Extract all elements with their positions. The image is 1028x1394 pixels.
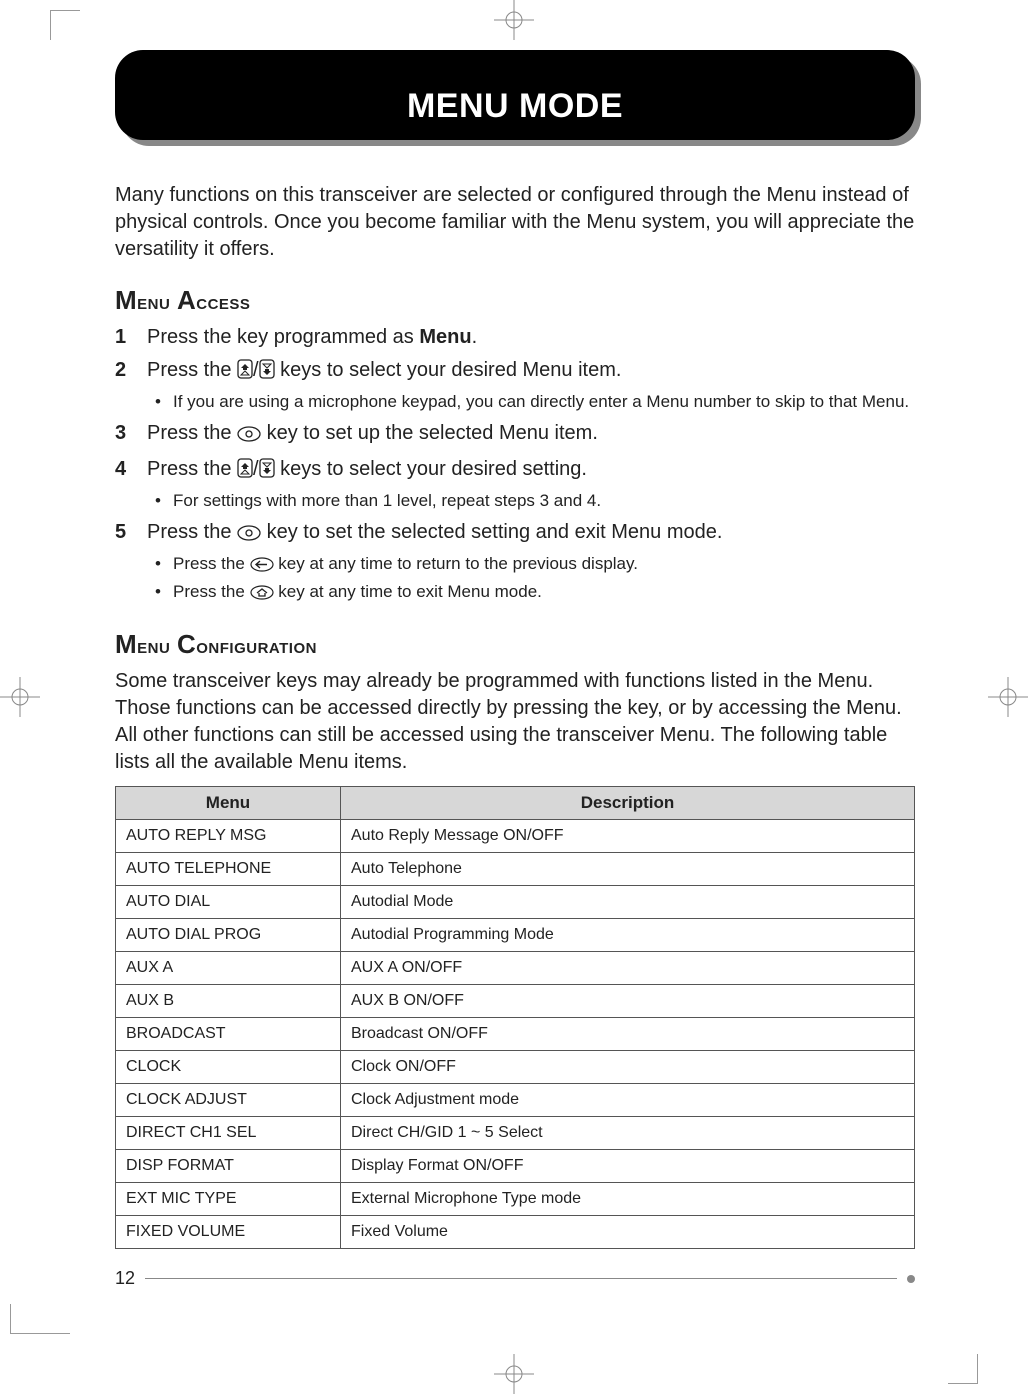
back-key-icon [250,556,274,579]
table-row: FIXED VOLUMEFixed Volume [116,1215,915,1248]
step-2-text-a: Press the [147,359,237,381]
page-content: MENU MODE Many functions on this transce… [115,50,915,1249]
page-number: 12 [115,1268,135,1289]
table-cell-description: Display Format ON/OFF [341,1149,915,1182]
ok-key-icon [237,423,261,450]
table-cell-description: AUX A ON/OFF [341,951,915,984]
table-row: EXT MIC TYPEExternal Microphone Type mod… [116,1182,915,1215]
registration-mark-left [0,677,40,717]
footer-rule [145,1278,897,1279]
table-cell-description: Direct CH/GID 1 ~ 5 Select [341,1116,915,1149]
table-cell-description: Clock Adjustment mode [341,1083,915,1116]
table-cell-description: Broadcast ON/OFF [341,1017,915,1050]
registration-mark-bottom [494,1354,534,1394]
step-5: 5 Press the key to set the selected sett… [115,519,915,607]
step-5-text-a: Press the [147,521,237,543]
step-4: 4 Press the / keys to select your desire… [115,456,915,513]
table-row: AUTO TELEPHONEAuto Telephone [116,852,915,885]
table-row: AUTO REPLY MSGAuto Reply Message ON/OFF [116,819,915,852]
table-cell-menu: BROADCAST [116,1017,341,1050]
table-cell-description: Fixed Volume [341,1215,915,1248]
table-row: DISP FORMATDisplay Format ON/OFF [116,1149,915,1182]
section-heading-menu-configuration: Menu Configuration [115,629,915,660]
registration-mark-right [988,677,1028,717]
table-cell-menu: EXT MIC TYPE [116,1182,341,1215]
page-title: MENU MODE [407,87,623,126]
table-row: CLOCK ADJUSTClock Adjustment mode [116,1083,915,1116]
step-5-text-b: key to set the selected setting and exit… [261,521,722,543]
menu-configuration-paragraph: Some transceiver keys may already be pro… [115,668,915,776]
table-row: CLOCKClock ON/OFF [116,1050,915,1083]
table-cell-description: AUX B ON/OFF [341,984,915,1017]
table-cell-description: Autodial Programming Mode [341,918,915,951]
step-3: 3 Press the key to set up the selected M… [115,420,915,450]
step-3-text-a: Press the [147,422,237,444]
menu-access-steps: 1 Press the key programmed as Menu. 2 Pr… [115,324,915,607]
table-cell-menu: AUX B [116,984,341,1017]
footer-dot-icon [907,1275,915,1283]
page-footer: 12 [115,1268,915,1289]
intro-paragraph: Many functions on this transceiver are s… [115,182,915,263]
down-key-icon [259,458,275,486]
table-row: DIRECT CH1 SELDirect CH/GID 1 ~ 5 Select [116,1116,915,1149]
table-cell-menu: AUTO DIAL [116,885,341,918]
step-4-sub: For settings with more than 1 level, rep… [147,490,915,513]
step-5-sub-2: Press the key at any time to exit Menu m… [147,581,915,607]
table-cell-description: Clock ON/OFF [341,1050,915,1083]
table-row: AUTO DIALAutodial Mode [116,885,915,918]
table-cell-description: External Microphone Type mode [341,1182,915,1215]
step-1-text-a: Press the key programmed as [147,326,419,348]
up-key-icon [237,458,253,486]
table-cell-menu: DIRECT CH1 SEL [116,1116,341,1149]
crop-mark-bottom-right [948,1354,978,1384]
home-key-icon [250,584,274,607]
table-row: AUX AAUX A ON/OFF [116,951,915,984]
registration-mark-top [494,0,534,40]
section-heading-menu-access: Menu Access [115,285,915,316]
table-cell-menu: CLOCK [116,1050,341,1083]
step-5-sub-1: Press the key at any time to return to t… [147,553,915,579]
ok-key-icon [237,522,261,549]
table-cell-menu: AUX A [116,951,341,984]
step-2-text-b: keys to select your desired Menu item. [275,359,622,381]
table-cell-description: Auto Telephone [341,852,915,885]
down-key-icon [259,359,275,387]
table-cell-menu: AUTO REPLY MSG [116,819,341,852]
step-1-text-b: . [472,326,478,348]
table-cell-menu: CLOCK ADJUST [116,1083,341,1116]
menu-configuration-table: Menu Description AUTO REPLY MSGAuto Repl… [115,786,915,1249]
table-row: AUX BAUX B ON/OFF [116,984,915,1017]
table-header-menu: Menu [116,786,341,819]
table-cell-menu: FIXED VOLUME [116,1215,341,1248]
crop-mark-top-left [50,10,80,40]
table-cell-description: Auto Reply Message ON/OFF [341,819,915,852]
step-4-text-a: Press the [147,458,237,480]
title-bar: MENU MODE [115,50,915,160]
crop-mark-bottom-left [10,1304,70,1334]
step-2-sub: If you are using a microphone keypad, yo… [147,391,915,414]
table-cell-description: Autodial Mode [341,885,915,918]
step-3-text-b: key to set up the selected Menu item. [261,422,598,444]
table-row: AUTO DIAL PROGAutodial Programming Mode [116,918,915,951]
table-row: BROADCASTBroadcast ON/OFF [116,1017,915,1050]
menu-word: Menu [419,326,471,348]
table-cell-menu: AUTO TELEPHONE [116,852,341,885]
step-2: 2 Press the / keys to select your desire… [115,357,915,414]
step-1: 1 Press the key programmed as Menu. [115,324,915,351]
table-cell-menu: DISP FORMAT [116,1149,341,1182]
table-cell-menu: AUTO DIAL PROG [116,918,341,951]
table-header-description: Description [341,786,915,819]
step-4-text-b: keys to select your desired setting. [275,458,587,480]
up-key-icon [237,359,253,387]
